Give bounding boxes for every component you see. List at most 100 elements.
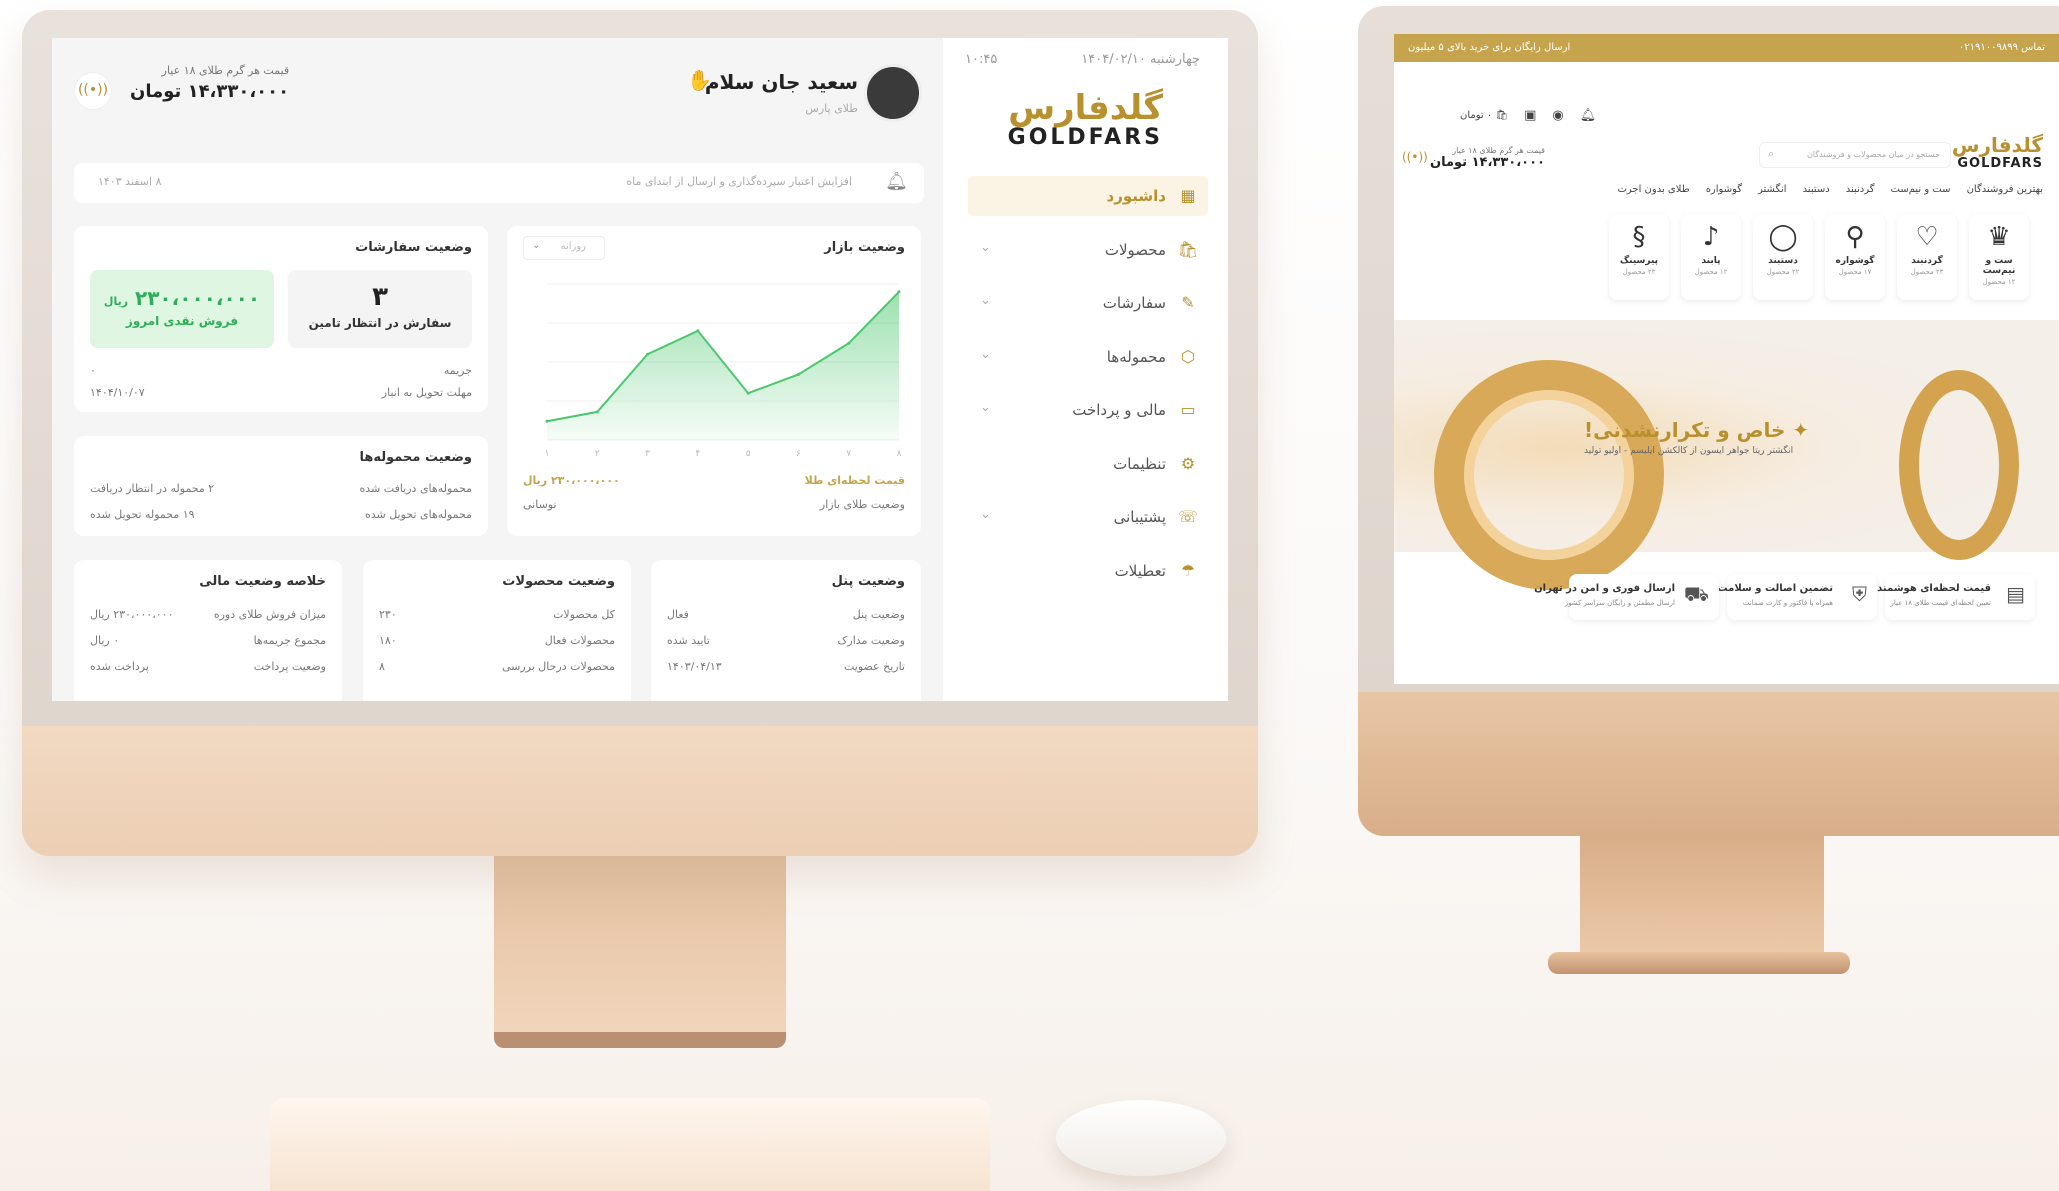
feature-title: ارسال فوری و امن در تهران <box>1534 583 1675 594</box>
shop-name: طلای پارس <box>805 102 858 115</box>
range-select-value: روزانه <box>560 241 586 252</box>
cart-total: ۰ تومان <box>1460 110 1493 121</box>
search-icon[interactable]: ⌕ <box>1768 147 1774 161</box>
category-card[interactable]: § پیرسینگ ۲۳ محصول <box>1609 214 1669 300</box>
sidebar-item-1[interactable]: 🛍︎ محصولات ⌄ <box>968 230 1208 270</box>
info-row-value: ۲۳۰ <box>379 608 397 621</box>
info-row-label: محصولات درحال بررسی <box>501 660 615 673</box>
chart-point <box>595 410 599 414</box>
avatar[interactable] <box>864 64 922 122</box>
store-nav-item[interactable]: بهترین فروشندگان <box>1967 184 2043 195</box>
notice-date: ۸ اسفند ۱۴۰۳ <box>98 175 162 188</box>
store-nav-item[interactable]: گوشواره <box>1706 184 1742 195</box>
imac-right-stand <box>1580 836 1824 956</box>
box-icon: ⬡ <box>1181 346 1195 366</box>
store-nav-item[interactable]: انگشتر <box>1758 184 1787 195</box>
topbar-promo: ارسال رایگان برای خرید بالای ۵ میلیون <box>1408 42 1571 53</box>
gear-icon: ⚙ <box>1180 453 1196 473</box>
category-list: ♛ ست و نیم‌ست ۱۲ محصول ♡ گردنبند ۲۳ محصول ⚲ گوش… <box>1609 214 2029 300</box>
user-icon[interactable]: ◉ <box>1552 108 1563 123</box>
sidebar-item-6[interactable]: ☏ پشتیبانی ⌄ <box>968 497 1208 537</box>
cash-sales-kpi[interactable]: ۲۳۰،۰۰۰،۰۰۰ ریال فروش نقدی امروز <box>90 270 274 348</box>
range-select[interactable]: روزانه ⌄ <box>523 236 605 260</box>
wallet-icon[interactable]: ▣ <box>1524 108 1536 123</box>
x-tick-label: ۵ <box>746 449 751 459</box>
banner-title-text: خاص و تکرارنشدنی! <box>1584 418 1786 442</box>
store-nav: بهترین فروشندگان ست و نیم‌ست گردنبند دستبند… <box>1617 184 2043 195</box>
hero-banner[interactable]: ✦ خاص و تکرارنشدنی! انگشتر ریتا جواهر ای… <box>1394 320 2059 590</box>
store-top-icons: 🔔︎ ◉ ▣ 🛍︎ ۰ تومان <box>1460 108 1596 123</box>
sidebar-item-7[interactable]: ☂ تعطیلات <box>968 551 1208 591</box>
info-row-value: ۲۳۰،۰۰۰،۰۰۰ ریال <box>90 608 174 621</box>
x-tick-label: ۷ <box>846 449 851 459</box>
category-count: ۲۲ محصول <box>1766 268 1800 276</box>
logo-fa: گلدفارس <box>1008 88 1163 128</box>
sidebar-item-5[interactable]: ⚙ تنظیمات <box>968 444 1208 484</box>
products-title: وضعیت محصولات <box>502 574 615 589</box>
umbrella-icon: ☂ <box>1180 560 1196 580</box>
store-logo[interactable]: گلدفارس GOLDFARS <box>1951 133 2043 171</box>
feature-desc: تعیین لحظه‌ای قیمت طلای ۱۸ عیار <box>1890 599 1991 607</box>
feature-title: قیمت لحظه‌ای هوشمند <box>1877 583 1991 594</box>
store-nav-item[interactable]: ست و نیم‌ست <box>1891 184 1951 195</box>
imac-right-foot <box>1548 952 1850 974</box>
truck-icon: ⛟ <box>1683 582 1709 606</box>
chart-point <box>897 290 901 294</box>
info-row-value: فعال <box>667 608 689 621</box>
category-count: ۲۳ محصول <box>1910 268 1944 276</box>
store-nav-item[interactable]: دستبند <box>1803 184 1830 195</box>
shipments-delivered-row: محموله‌های تحویل شده ۱۹ محموله تحویل شده <box>90 508 472 522</box>
logo[interactable]: گلدفارس GOLDFARS <box>1008 88 1163 150</box>
category-card[interactable]: ♡ گردنبند ۲۳ محصول <box>1897 214 1957 300</box>
notice-bar[interactable]: 🔔︎ افزایش اعتبار سپرده‌گذاری و ارسال از … <box>74 163 924 203</box>
market-status-value: نوسانی <box>523 498 557 511</box>
chart-area <box>547 291 899 440</box>
cart-button[interactable]: 🛍︎ ۰ تومان <box>1460 110 1508 121</box>
category-card[interactable]: ◯ دستبند ۲۲ محصول <box>1753 214 1813 300</box>
category-card[interactable]: ♛ ست و نیم‌ست ۱۲ محصول <box>1969 214 2029 300</box>
category-count: ۱۷ محصول <box>1838 268 1872 276</box>
info-row: محصولات فعال ۱۸۰ <box>379 634 615 648</box>
shipments-delivered-label: محموله‌های تحویل شده <box>364 508 472 521</box>
store-price-value: ۱۴،۳۳۰،۰۰۰ تومان <box>1430 155 1545 170</box>
banner-title: ✦ خاص و تکرارنشدنی! <box>1584 418 1809 442</box>
topbar-phone[interactable]: تماس ۰۲۱۹۱۰۰۹۸۹۹ <box>1959 42 2045 53</box>
imac-left-stand <box>494 856 786 1040</box>
gold-live-label: قیمت لحظه‌ای طلا <box>804 474 905 487</box>
sidebar-item-3[interactable]: ⬡ محموله‌ها ⌄ <box>968 337 1208 377</box>
category-count: ۲۳ محصول <box>1622 268 1656 276</box>
sidebar-item-label: تعطیلات <box>1114 561 1166 580</box>
info-row-value: پرداخت شده <box>90 660 149 673</box>
category-card[interactable]: ♪ پابند ۱۲ محصول <box>1681 214 1741 300</box>
info-row-label: وضعیت مدارک <box>837 634 905 647</box>
sidebar-item-0[interactable]: ▦ داشبورد <box>968 176 1208 216</box>
store-nav-item[interactable]: گردنبند <box>1846 184 1875 195</box>
sidebar-item-2[interactable]: ✎ سفارشات ⌄ <box>968 283 1208 323</box>
pending-orders-kpi[interactable]: ۳ سفارش در انتظار تامین <box>288 270 472 348</box>
banner-subtitle: انگشتر ریتا جواهر ایسون از کالکشن ایلیسم… <box>1584 446 1794 456</box>
market-chart: ۱ ۲ ۳ ۴ ۵ ۶ ۷ ۸ <box>545 283 902 459</box>
wallet-icon: ▭ <box>1180 400 1196 419</box>
info-row-label: وضعیت پنل <box>852 608 905 621</box>
panel-card: وضعیت پنل وضعیت پنل فعال وضعیت مدارک تایید … <box>651 560 921 701</box>
sidebar-item-4[interactable]: ▭ مالی و پرداخت ⌄ <box>968 390 1208 430</box>
store-search-input[interactable]: جستجو در میان محصولات و فروشندگان ⌕ <box>1759 142 1951 168</box>
main-content: سعید جان سلام ✋ طلای پارس ((•)) قیمت هر … <box>52 38 943 701</box>
store-logo-fa: گلدفارس <box>1951 133 2043 157</box>
finance-card: خلاصه وضعیت مالی میزان فروش طلای دوره ۲۳۰… <box>74 560 342 701</box>
gold-price-value: ۱۴،۳۳۰،۰۰۰ تومان <box>130 81 290 102</box>
x-tick-label: ۴ <box>695 449 700 459</box>
chart-point <box>545 419 549 423</box>
category-card[interactable]: ⚲ گوشواره ۱۷ محصول <box>1825 214 1885 300</box>
info-row-value: ۰ ریال <box>90 634 120 647</box>
shield-icon: ⛨ <box>1852 582 1867 606</box>
bell-icon[interactable]: 🔔︎ <box>1580 108 1597 123</box>
info-row: مجموع جریمه‌ها ۰ ریال <box>90 634 326 648</box>
time-label: ۱۰:۴۵ <box>965 52 998 67</box>
greeting: سعید جان سلام <box>704 70 858 94</box>
pending-count: ۳ <box>372 282 388 312</box>
bell-icon[interactable]: 🔔︎ <box>885 171 908 192</box>
store-nav-item[interactable]: طلای بدون اجرت <box>1617 184 1689 195</box>
info-row-value: تایید شده <box>667 634 710 647</box>
x-tick-label: ۶ <box>796 449 801 459</box>
